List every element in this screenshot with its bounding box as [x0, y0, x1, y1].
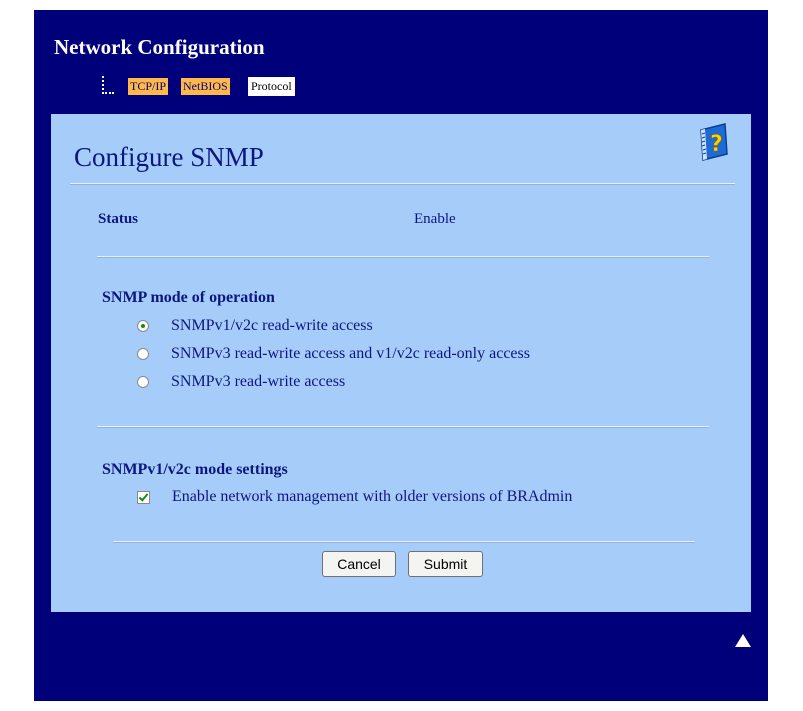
radio-label: SNMPv1/v2c read-write access: [171, 317, 373, 334]
up-triangle-icon[interactable]: [735, 634, 751, 647]
cancel-button[interactable]: Cancel: [322, 551, 396, 577]
submit-button[interactable]: Submit: [408, 551, 483, 577]
radio-option-snmpv1-v2c[interactable]: SNMPv1/v2c read-write access: [137, 315, 373, 337]
divider: [97, 256, 709, 258]
help-book-icon[interactable]: ?: [693, 120, 733, 162]
radio-button[interactable]: [137, 348, 149, 360]
page-title: Configure SNMP: [74, 142, 264, 172]
divider: [113, 541, 695, 543]
radio-button[interactable]: [137, 376, 149, 388]
bradmin-checkbox-row[interactable]: Enable network management with older ver…: [137, 486, 572, 508]
divider: [70, 183, 735, 185]
svg-text:?: ?: [710, 132, 723, 157]
tree-branch-icon: [102, 76, 114, 94]
radio-option-snmpv3[interactable]: SNMPv3 read-write access: [137, 371, 345, 393]
snmp-mode-heading: SNMP mode of operation: [102, 289, 275, 306]
radio-button[interactable]: [137, 320, 149, 332]
tab-protocol[interactable]: Protocol: [248, 77, 295, 96]
config-frame: Network Configuration TCP/IP NetBIOS Pro…: [34, 10, 768, 701]
tab-netbios[interactable]: NetBIOS: [181, 78, 230, 95]
tab-tcpip[interactable]: TCP/IP: [128, 78, 169, 95]
radio-label: SNMPv3 read-write access: [171, 373, 346, 390]
radio-option-snmpv3-and-v1v2c[interactable]: SNMPv3 read-write access and v1/v2c read…: [137, 343, 530, 365]
content-panel: Configure SNMP ? Status Enable SNMP mode…: [51, 114, 751, 612]
snmpv1-v2c-settings-heading: SNMPv1/v2c mode settings: [102, 461, 288, 478]
bradmin-checkbox[interactable]: [137, 490, 150, 504]
status-label: Status: [98, 211, 139, 227]
status-value: Enable: [414, 211, 456, 227]
app-title: Network Configuration: [54, 35, 265, 59]
bradmin-checkbox-label: Enable network management with older ver…: [172, 488, 573, 505]
divider: [97, 426, 709, 428]
radio-label: SNMPv3 read-write access and v1/v2c read…: [171, 345, 530, 362]
